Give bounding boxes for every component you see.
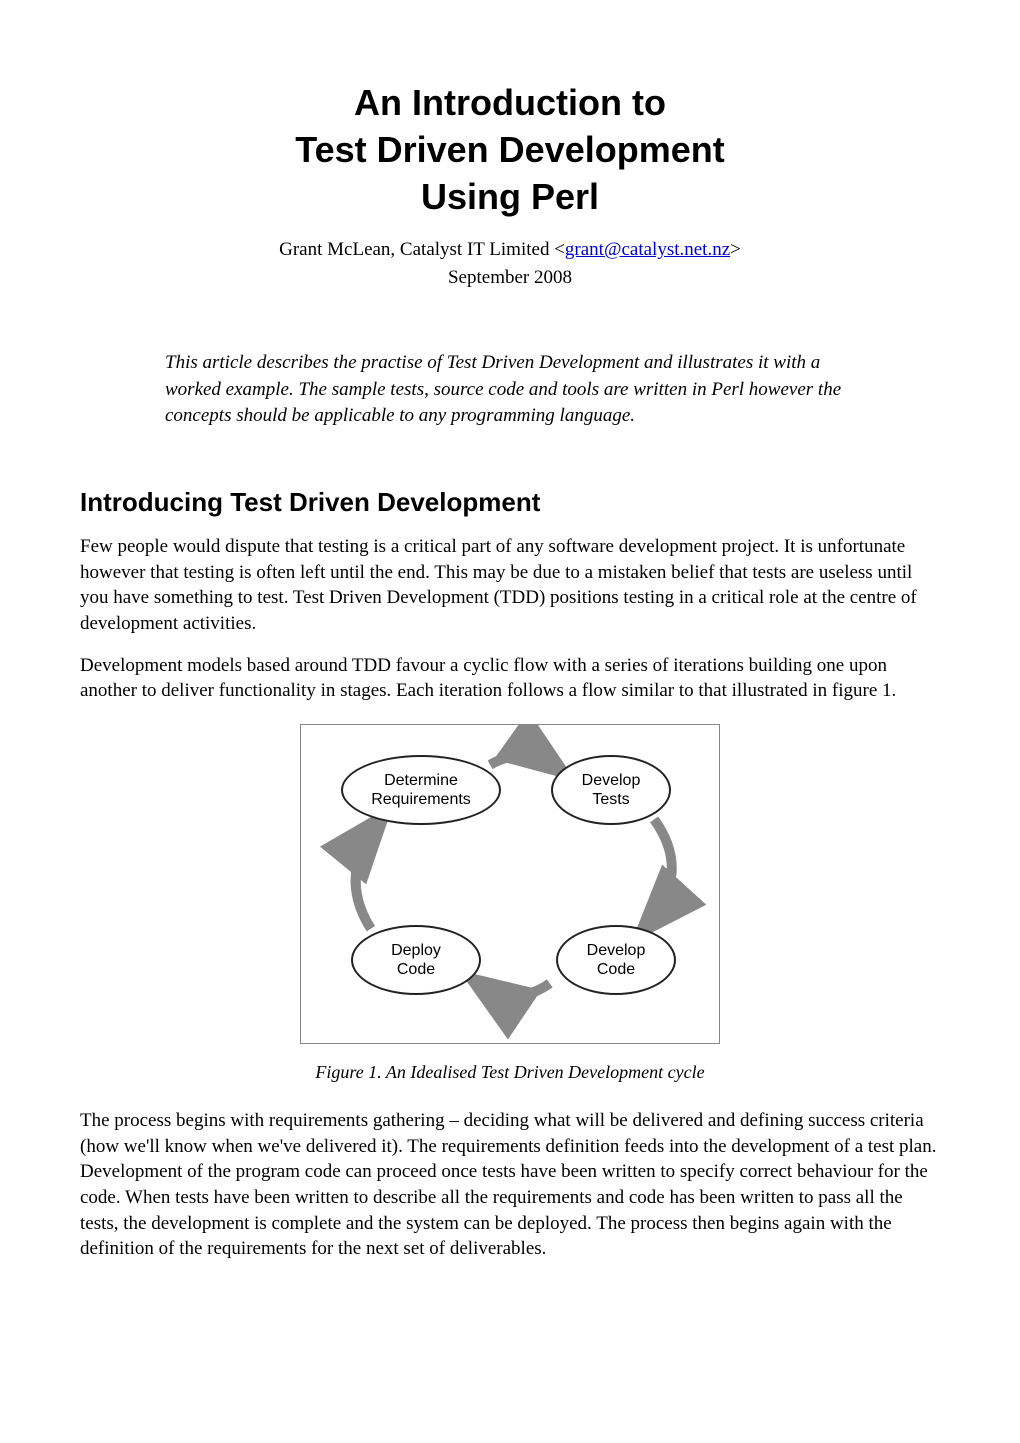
publication-date: September 2008 (80, 265, 940, 291)
byline-prefix: Grant McLean, Catalyst IT Limited < (279, 239, 565, 260)
node-label: Develop Code (587, 941, 646, 979)
node-label: Determine Requirements (371, 771, 471, 809)
figure-caption: Figure 1. An Idealised Test Driven Devel… (80, 1060, 940, 1084)
body-paragraph-1: Few people would dispute that testing is… (80, 534, 940, 637)
figure-1: Determine Requirements Develop Tests Dep… (80, 724, 940, 1084)
node-develop-tests: Develop Tests (551, 755, 671, 825)
abstract: This article describes the practise of T… (165, 350, 855, 430)
node-label: Deploy Code (391, 941, 441, 979)
title-line-3: Using Perl (80, 174, 940, 219)
node-determine-requirements: Determine Requirements (341, 755, 501, 825)
node-label: Develop Tests (582, 771, 641, 809)
section-heading: Introducing Test Driven Development (80, 485, 940, 520)
node-develop-code: Develop Code (556, 925, 676, 995)
figure-box: Determine Requirements Develop Tests Dep… (300, 724, 720, 1044)
byline: Grant McLean, Catalyst IT Limited <grant… (80, 237, 940, 263)
title-line-1: An Introduction to (80, 80, 940, 125)
body-paragraph-2: Development models based around TDD favo… (80, 653, 940, 704)
byline-suffix: > (730, 239, 741, 260)
body-paragraph-3: The process begins with requirements gat… (80, 1108, 940, 1262)
author-email-link[interactable]: grant@catalyst.net.nz (565, 239, 730, 260)
title-line-2: Test Driven Development (80, 127, 940, 172)
title-block: An Introduction to Test Driven Developme… (80, 80, 940, 219)
node-deploy-code: Deploy Code (351, 925, 481, 995)
